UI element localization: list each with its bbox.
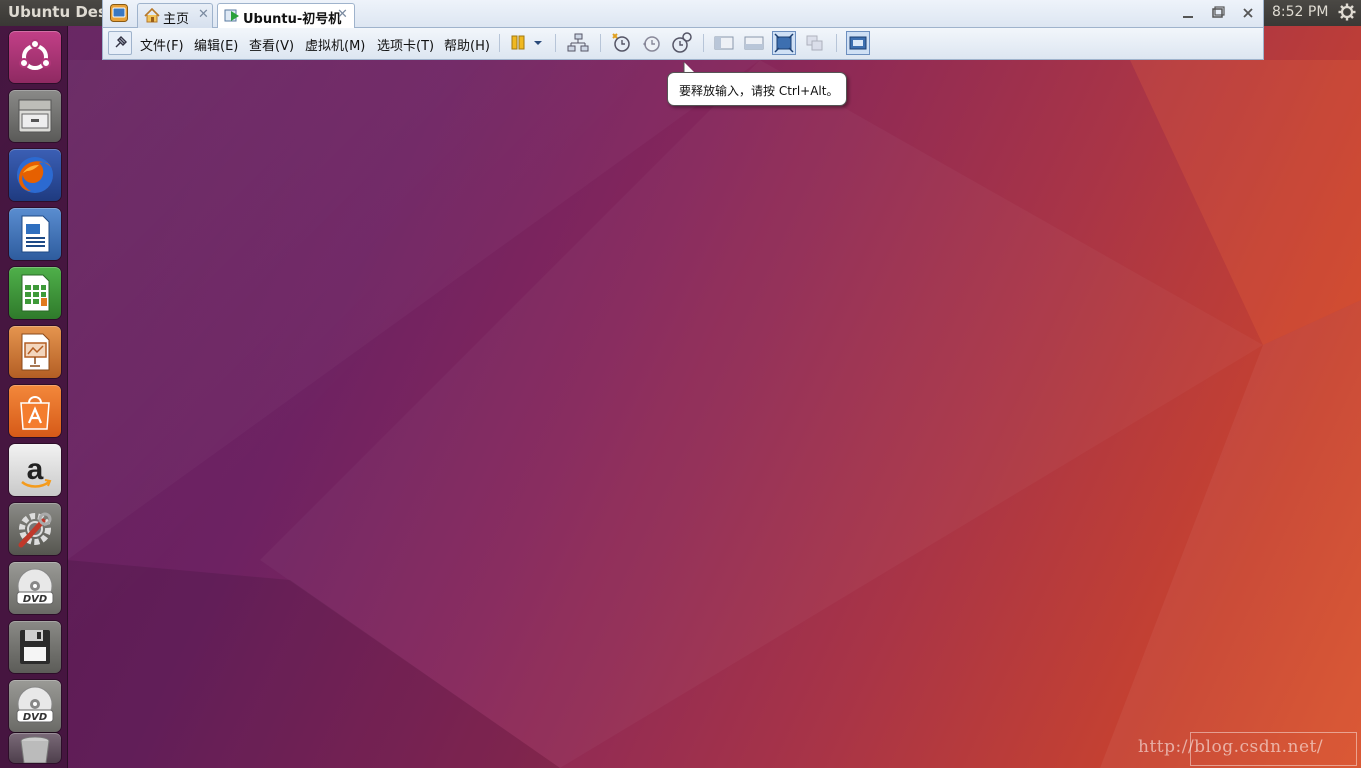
toolbar-separator [499,34,500,52]
tab-home-label: 主页 [163,12,190,27]
pause-icon[interactable] [508,31,532,55]
settings-wrench-icon [18,512,52,548]
trash-icon [20,736,50,763]
menu-edit[interactable]: 编辑(E) [194,35,238,54]
window-close-icon[interactable] [1240,5,1256,21]
menu-file[interactable]: 文件(F) [140,35,184,54]
launcher-impress[interactable] [9,326,61,378]
close-icon[interactable]: ✕ [198,7,209,22]
vm-toolbar: 文件(F) 编辑(E) 查看(V) 虚拟机(M) 选项卡(T) 帮助(H) [102,28,1264,60]
dvd-label: DVD [23,594,47,605]
launcher-dvd-1[interactable]: DVD [9,562,61,614]
launcher-ubuntu-dash[interactable] [9,31,61,83]
toolbar-separator [555,34,556,52]
fullscreen-icon[interactable] [772,31,796,55]
panel-title: Ubuntu Desktop [8,3,104,21]
vm-titlebar: 主页 ✕ Ubuntu-初号机 ✕ [102,0,1264,28]
impress-icon [21,333,50,371]
firefox-icon [17,157,53,193]
snapshot-manager-icon[interactable] [669,31,693,55]
tooltip-text: 要释放输入，请按 Ctrl+Alt。 [679,84,839,98]
panel-clock[interactable]: 8:52 PM [1272,4,1328,20]
tab-vm[interactable]: Ubuntu-初号机 ✕ [217,3,355,28]
watermark: http://blog.csdn.net/ [1138,737,1324,757]
snapshot-take-icon[interactable] [610,31,634,55]
unity-mode-icon[interactable] [803,31,827,55]
launcher-dvd-2[interactable]: DVD [9,680,61,732]
snapshot-revert-icon[interactable] [640,31,664,55]
launcher-trash[interactable] [9,733,61,763]
close-icon[interactable]: ✕ [337,7,348,22]
tab-vm-label: Ubuntu-初号机 [243,12,342,27]
tab-home[interactable]: 主页 ✕ [137,3,213,28]
floppy-icon [20,630,50,664]
launcher-floppy[interactable] [9,621,61,673]
network-icon[interactable] [566,31,590,55]
home-icon [144,7,160,27]
ubuntu-logo-icon [19,39,51,70]
svg-text:a: a [27,453,44,486]
launcher-files[interactable] [9,90,61,142]
pin-icon[interactable] [108,31,132,55]
launcher-amazon[interactable]: a [9,444,61,496]
file-cabinet-icon [18,99,52,133]
dvd-label: DVD [23,712,47,723]
menu-help[interactable]: 帮助(H) [444,35,490,54]
shopping-bag-icon [20,396,50,430]
thumbnail-bar-icon[interactable] [742,31,766,55]
launcher-calc[interactable] [9,267,61,319]
launcher-software-center[interactable] [9,385,61,437]
menu-vm[interactable]: 虚拟机(M) [305,35,365,54]
launcher-system-settings[interactable] [9,503,61,555]
dvd-icon: DVD [16,686,54,723]
dvd-icon: DVD [16,568,54,605]
desktop-wallpaper [0,0,1361,768]
menu-view[interactable]: 查看(V) [249,35,294,54]
calc-icon [21,274,50,312]
show-library-icon[interactable] [712,31,736,55]
chevron-down-icon[interactable] [531,31,545,55]
amazon-icon: a [21,453,52,488]
vm-running-icon [224,8,240,27]
restore-icon[interactable] [1210,5,1226,21]
toolbar-separator [703,34,704,52]
toolbar-separator [600,34,601,52]
writer-icon [21,215,50,253]
system-gear-icon[interactable] [1338,3,1356,25]
launcher-firefox[interactable] [9,149,61,201]
launcher: a DVD DVD [0,26,68,768]
toolbar-separator [836,34,837,52]
vmware-logo-icon[interactable] [110,4,128,22]
release-input-tooltip: 要释放输入，请按 Ctrl+Alt。 [667,72,847,106]
launcher-writer[interactable] [9,208,61,260]
minimize-icon[interactable] [1180,5,1196,21]
menu-tabs[interactable]: 选项卡(T) [377,35,434,54]
console-view-icon[interactable] [846,31,870,55]
